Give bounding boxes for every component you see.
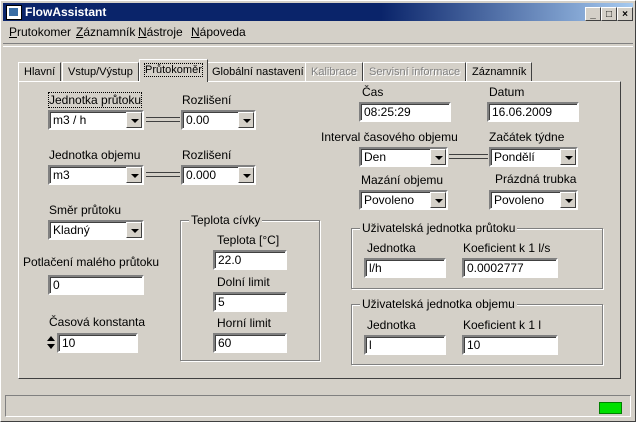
close-button[interactable]: × xyxy=(617,7,633,21)
user-volume-unit-label: Jednotka xyxy=(367,318,416,332)
menu-nastroje[interactable]: Nástroje xyxy=(138,25,183,39)
flow-resolution-select[interactable]: 0.00 xyxy=(181,110,256,130)
temperature-input[interactable]: 22.0 xyxy=(213,250,287,270)
menu-rest: rutokomer xyxy=(17,25,72,39)
chevron-down-icon[interactable] xyxy=(238,167,254,183)
window-title: FlowAssistant xyxy=(25,5,107,19)
chevron-down-icon[interactable] xyxy=(238,112,254,128)
maximize-button[interactable]: □ xyxy=(601,7,617,21)
low-limit-label: Dolní limit xyxy=(217,275,270,289)
direction-value: Kladný xyxy=(53,223,90,237)
tab-prutokomer-label: Průtokoměr xyxy=(144,63,203,77)
user-volume-coef-label: Koeficient k 1 l xyxy=(463,318,542,332)
tab-kalibrace[interactable]: Kalibrace xyxy=(305,62,363,81)
menu-prutokomer[interactable]: Prutokomer xyxy=(9,25,71,39)
link-connector xyxy=(449,154,488,159)
main-window: FlowAssistant _ □ × Prutokomer Záznamník… xyxy=(0,0,636,422)
flow-unit-select[interactable]: m3 / h xyxy=(48,110,144,130)
user-flow-unit-title: Uživatelská jednotka průtoku xyxy=(360,221,518,235)
user-volume-coef-input[interactable]: 10 xyxy=(462,335,558,355)
user-flow-unit-label: Jednotka xyxy=(367,241,416,255)
time-constant-spinner[interactable] xyxy=(47,333,57,353)
chevron-down-icon[interactable] xyxy=(126,222,142,238)
link-connector xyxy=(146,117,180,122)
minimize-button[interactable]: _ xyxy=(585,7,601,21)
tab-servisni-informace[interactable]: Servisní informace xyxy=(363,62,467,81)
high-limit-label: Horní limit xyxy=(217,316,272,330)
time-constant-input[interactable]: 10 xyxy=(57,333,138,353)
user-flow-coef-label: Koeficient k 1 l/s xyxy=(463,241,551,255)
volume-clear-value: Povoleno xyxy=(364,193,415,207)
interval-value: Den xyxy=(364,150,387,164)
empty-pipe-value: Povoleno xyxy=(494,193,545,207)
time-constant-label: Časová konstanta xyxy=(49,315,146,329)
flow-unit-label: Jednotka průtoku xyxy=(47,92,143,108)
direction-label: Směr průtoku xyxy=(49,203,122,217)
tab-vstup-vystup[interactable]: Vstup/Výstup xyxy=(62,62,139,81)
chevron-down-icon[interactable] xyxy=(560,192,576,208)
title-bar[interactable]: FlowAssistant _ □ × xyxy=(3,3,633,21)
interval-label: Interval časového objemu xyxy=(321,130,458,144)
date-input[interactable]: 16.06.2009 xyxy=(487,102,579,122)
direction-select[interactable]: Kladný xyxy=(48,220,144,240)
user-volume-unit-title: Uživatelská jednotka objemu xyxy=(360,297,517,311)
spin-up-icon[interactable] xyxy=(47,336,55,341)
tab-zaznamnik[interactable]: Záznamník xyxy=(466,62,533,81)
chevron-down-icon[interactable] xyxy=(560,149,576,165)
volume-resolution-select[interactable]: 0.000 xyxy=(181,165,256,185)
menu-zaznamnik[interactable]: Záznamník xyxy=(76,25,135,39)
empty-pipe-select[interactable]: Povoleno xyxy=(489,190,578,210)
status-bar xyxy=(5,395,631,417)
coil-temp-title: Teplota cívky xyxy=(189,213,263,227)
menu-accel: N xyxy=(138,25,147,39)
tab-globalni-nastaveni[interactable]: Globální nastavení xyxy=(206,62,310,81)
low-flow-input[interactable]: 0 xyxy=(48,275,144,295)
link-connector xyxy=(146,172,180,177)
flow-resolution-value: 0.00 xyxy=(186,113,210,127)
volume-clear-select[interactable]: Povoleno xyxy=(359,190,448,210)
menu-rest: áznamník xyxy=(83,25,136,39)
time-label: Čas xyxy=(362,85,384,99)
week-start-label: Začátek týdne xyxy=(489,130,565,144)
volume-unit-select[interactable]: m3 xyxy=(48,165,144,185)
menu-rest: ástroje xyxy=(146,25,183,39)
status-led-icon xyxy=(599,402,622,414)
menu-bar: Prutokomer Záznamník Nástroje Nápoveda xyxy=(3,23,633,42)
menu-separator xyxy=(3,43,633,47)
chevron-down-icon[interactable] xyxy=(126,112,142,128)
week-start-select[interactable]: Pondělí xyxy=(489,147,578,167)
volume-unit-label: Jednotka objemu xyxy=(49,148,141,162)
week-start-value: Pondělí xyxy=(494,150,535,164)
menu-rest: ápoveda xyxy=(199,25,246,39)
date-label: Datum xyxy=(489,85,525,99)
high-limit-input[interactable]: 60 xyxy=(213,333,287,353)
user-flow-coef-input[interactable]: 0.0002777 xyxy=(462,258,558,278)
volume-clear-label: Mazání objemu xyxy=(361,173,444,187)
user-flow-unit-input[interactable]: l/h xyxy=(364,258,446,278)
chevron-down-icon[interactable] xyxy=(430,192,446,208)
app-icon[interactable] xyxy=(6,5,22,20)
time-input[interactable]: 08:25:29 xyxy=(359,102,451,122)
low-limit-input[interactable]: 5 xyxy=(213,292,287,312)
menu-accel: P xyxy=(9,25,18,39)
volume-unit-value: m3 xyxy=(53,168,70,182)
menu-accel: N xyxy=(191,25,200,39)
interval-select[interactable]: Den xyxy=(359,147,448,167)
spin-down-icon[interactable] xyxy=(47,344,55,349)
empty-pipe-label: Prázdná trubka xyxy=(495,172,577,186)
tab-prutokomer[interactable]: Průtokoměr xyxy=(139,59,208,82)
menu-napoveda[interactable]: Nápoveda xyxy=(191,25,246,39)
volume-resolution-label: Rozlišení xyxy=(182,148,232,162)
flow-unit-value: m3 / h xyxy=(53,113,87,127)
flow-resolution-label: Rozlišení xyxy=(182,93,232,107)
user-volume-unit-input[interactable]: l xyxy=(364,335,446,355)
tab-hlavni[interactable]: Hlavní xyxy=(18,62,62,81)
low-flow-label: Potlačení malého průtoku xyxy=(23,255,160,269)
temperature-label: Teplota [°C] xyxy=(217,233,280,247)
chevron-down-icon[interactable] xyxy=(430,149,446,165)
volume-resolution-value: 0.000 xyxy=(186,168,217,182)
chevron-down-icon[interactable] xyxy=(126,167,142,183)
